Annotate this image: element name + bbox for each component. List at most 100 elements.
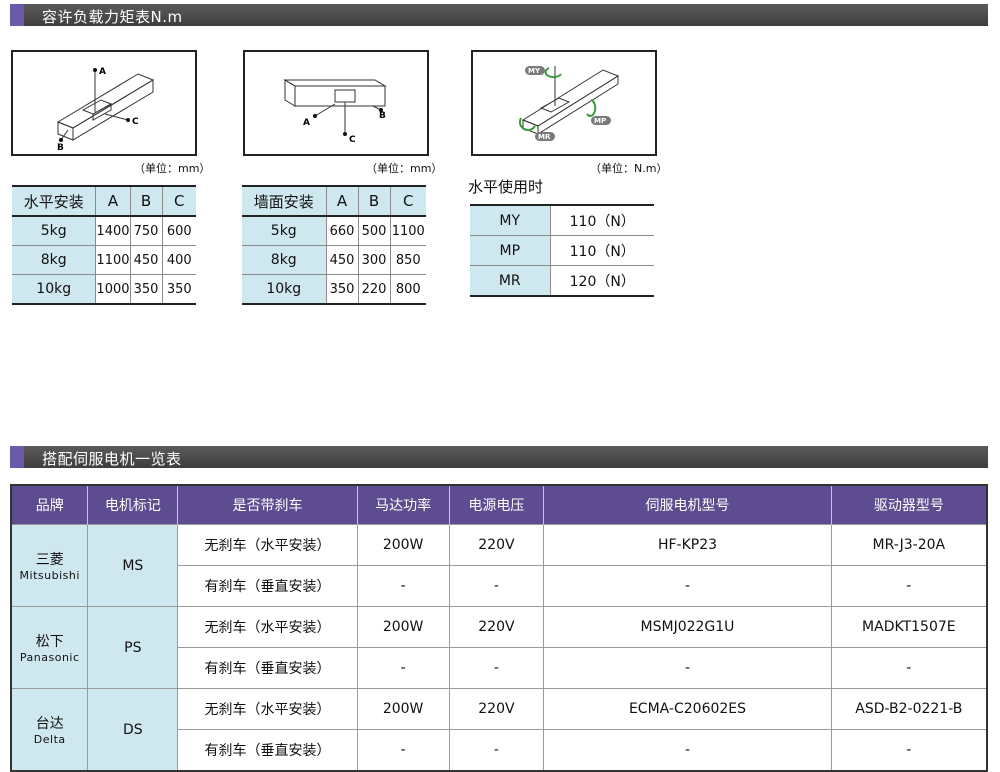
cell: 120（N） (550, 265, 654, 297)
cell: 无刹车（水平安装） (177, 524, 358, 566)
cell: - (356, 647, 450, 689)
cell: 850 (390, 245, 426, 275)
brand-name-en: Panasonic (19, 651, 80, 664)
brand-name: 台达 (35, 716, 64, 732)
cell: 300 (358, 245, 391, 275)
cell: MR-J3-20A (830, 524, 988, 566)
cell: 400 (162, 245, 196, 275)
table-header: 伺服电机型号 (543, 485, 832, 525)
table-row: 三菱 Mitsubishi MS 无刹车（水平安装） 200W 220V HF-K… (10, 524, 988, 607)
cell: - (543, 729, 832, 772)
label-b: B (379, 111, 386, 121)
horizontal-mount-diagram: A C B (11, 50, 197, 156)
section-title: 容许负载力矩表N.m (42, 8, 183, 26)
cell: - (448, 729, 545, 772)
motor-mark: DS (87, 688, 179, 772)
cell: - (448, 565, 545, 607)
label-mr: MR (538, 133, 551, 141)
cell: ECMA-C20602ES (543, 688, 832, 730)
label-c: C (349, 135, 356, 145)
label-a: A (303, 118, 310, 128)
cell: 220V (448, 606, 545, 648)
cell: 200W (356, 606, 450, 648)
brand-cell: 松下 Panasonic (10, 606, 89, 689)
cell: 110（N） (550, 204, 654, 236)
row-label: 8kg (242, 245, 327, 275)
motor-mark: MS (87, 524, 179, 607)
cell: 110（N） (550, 235, 654, 266)
cell: 350 (326, 274, 359, 305)
table-header: 电源电压 (449, 485, 545, 525)
cell: 200W (356, 524, 450, 566)
row-label: MP (470, 235, 551, 266)
brand-name-en: Delta (33, 733, 66, 746)
table-header: 驱动器型号 (831, 485, 987, 525)
cell: 350 (162, 274, 196, 305)
table-header: A (95, 185, 131, 217)
label-b: B (57, 143, 64, 153)
row-label: 10kg (242, 274, 327, 305)
row-label: MY (470, 204, 551, 236)
cell: - (830, 647, 988, 689)
brand-name: 松下 (35, 634, 64, 650)
cell: ASD-B2-0221-B (830, 688, 988, 730)
cell: 750 (130, 216, 163, 246)
cell: 1400 (95, 216, 131, 246)
cell: 660 (326, 216, 359, 246)
table-header: 是否带刹车 (177, 485, 358, 525)
unit-label: （单位：mm） (366, 162, 443, 175)
moment-diagram: MY MP MR (471, 50, 657, 156)
label-my: MY (528, 67, 541, 75)
section-accent (10, 4, 24, 26)
cell: - (830, 565, 988, 607)
table-header: B (358, 185, 391, 217)
motor-mark: PS (87, 606, 179, 689)
moment-table-title: 水平使用时 (468, 178, 544, 196)
cell: - (356, 729, 450, 772)
cell: MADKT1507E (830, 606, 988, 648)
brand-name: 三菱 (35, 552, 64, 568)
brand-cell: 台达 Delta (10, 688, 89, 772)
brand-name-en: Mitsubishi (19, 569, 80, 582)
cell: 220 (358, 274, 391, 305)
cell: - (448, 647, 545, 689)
label-a: A (99, 67, 106, 77)
cell: 有刹车（垂直安装） (177, 647, 358, 689)
section-accent (10, 446, 24, 468)
cell: - (830, 729, 988, 772)
section-header-load-moment: 容许负载力矩表N.m (10, 4, 988, 26)
section-title: 搭配伺服电机一览表 (42, 450, 182, 468)
cell: 1100 (390, 216, 426, 246)
table-row: 台达 Delta DS 无刹车（水平安装） 200W 220V ECMA-C206… (10, 688, 988, 772)
section-header-servo: 搭配伺服电机一览表 (10, 446, 988, 468)
row-label: MR (470, 265, 551, 297)
row-label: 10kg (12, 274, 97, 305)
wall-load-table: 墙面安装 A B C 5kg 660 500 1100 8kg 450 300 850 10… (242, 185, 426, 305)
label-mp: MP (594, 117, 606, 125)
cell: 220V (448, 688, 545, 730)
label-c: C (132, 117, 139, 127)
table-header: C (162, 185, 196, 217)
table-header: 水平安装 (12, 185, 97, 217)
moment-table: MY 110（N） MP 110（N） MR 120（N） (470, 204, 654, 297)
table-header: C (390, 185, 426, 217)
cell: 450 (326, 245, 359, 275)
cell: 800 (390, 274, 426, 305)
cell: 1000 (95, 274, 131, 305)
cell: 600 (162, 216, 196, 246)
table-header: 马达功率 (357, 485, 450, 525)
cell: 200W (356, 688, 450, 730)
row-label: 5kg (12, 216, 97, 246)
cell: MSMJ022G1U (543, 606, 832, 648)
cell: - (356, 565, 450, 607)
horizontal-load-table: 水平安装 A B C 5kg 1400 750 600 8kg 1100 450 400 1… (12, 185, 196, 305)
cell: 1100 (95, 245, 131, 275)
table-header: 品牌 (11, 485, 89, 525)
table-header: B (130, 185, 163, 217)
servo-motor-table: 品牌 电机标记 是否带刹车 马达功率 电源电压 伺服电机型号 驱动器型号 三菱 M… (10, 484, 988, 772)
cell: 220V (448, 524, 545, 566)
row-label: 5kg (242, 216, 327, 246)
row-label: 8kg (12, 245, 97, 275)
cell: - (543, 565, 832, 607)
wall-mount-diagram: C A B (243, 50, 429, 156)
